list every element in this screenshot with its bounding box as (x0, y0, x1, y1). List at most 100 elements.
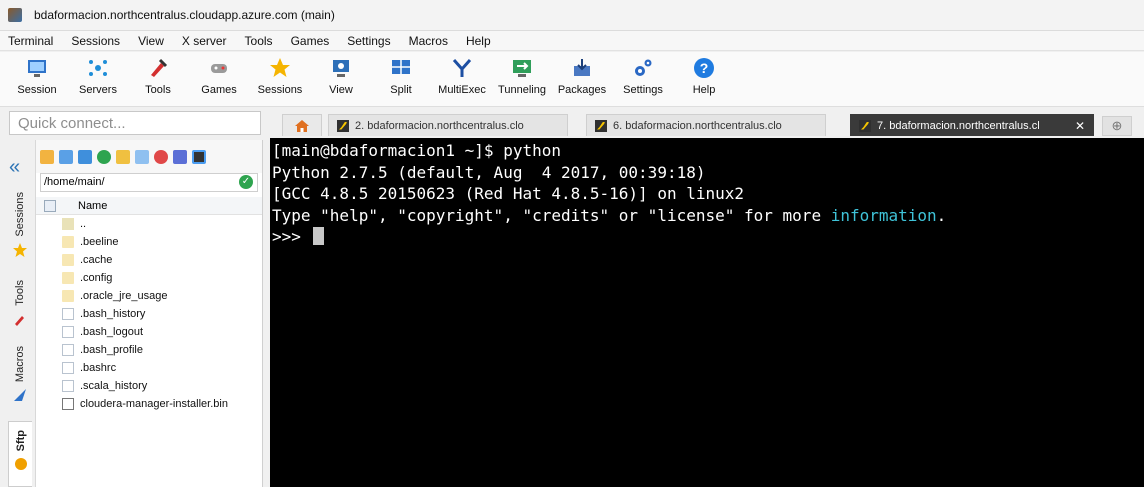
refresh-icon[interactable] (97, 149, 111, 164)
vtab-macros[interactable]: Macros (8, 346, 32, 402)
sftp-toolbar (36, 140, 262, 173)
file-name: cloudera-manager-installer.bin (80, 398, 228, 410)
star-icon (268, 56, 292, 80)
new-file-icon[interactable] (135, 149, 149, 164)
session-icon (25, 56, 49, 80)
tab-label: 2. bdaformacion.northcentralus.clo (355, 119, 524, 132)
list-item[interactable]: .beeline (36, 233, 262, 251)
tab-session-6[interactable]: 6. bdaformacion.northcentralus.clo (586, 114, 826, 136)
help-line-suffix: . (936, 205, 947, 225)
select-all-icon[interactable] (44, 199, 56, 212)
vtab-sftp[interactable]: Sftp (8, 421, 32, 487)
file-name: .bashrc (80, 362, 117, 374)
tools-button[interactable]: Tools (128, 56, 188, 96)
list-item[interactable]: .bash_logout (36, 323, 262, 341)
tunneling-button[interactable]: Tunneling (492, 56, 552, 96)
view-button[interactable]: View (311, 56, 371, 96)
games-icon (207, 56, 231, 80)
menu-terminal[interactable]: Terminal (8, 34, 53, 48)
multiexec-button[interactable]: MultiExec (432, 56, 492, 96)
plus-icon: ⊕ (1111, 118, 1123, 133)
vtab-tools[interactable]: Tools (8, 280, 32, 326)
list-item[interactable]: .bash_history (36, 305, 262, 323)
settings-button[interactable]: Settings (613, 56, 673, 96)
macros-icon (14, 389, 26, 402)
list-item[interactable]: .scala_history (36, 377, 262, 395)
file-name: .config (80, 272, 113, 284)
list-item[interactable]: .config (36, 269, 262, 287)
file-name: .scala_history (80, 380, 148, 392)
download-icon[interactable] (59, 149, 73, 164)
vtab-label: Tools (14, 280, 26, 306)
folder-icon (62, 290, 74, 302)
quick-connect-input[interactable]: Quick connect... (9, 111, 261, 135)
main-toolbar: Session Servers Tools Games Sessions Vie… (0, 52, 1144, 107)
home-tab[interactable] (282, 114, 322, 136)
folder-icon (62, 272, 74, 284)
menu-macros[interactable]: Macros (409, 34, 448, 48)
tab-session-7[interactable]: 7. bdaformacion.northcentralus.cl ✕ (850, 114, 1094, 136)
split-button[interactable]: Split (371, 56, 431, 96)
list-item[interactable]: .. (36, 215, 262, 233)
delete-icon[interactable] (154, 149, 168, 164)
file-icon (62, 380, 74, 392)
servers-button[interactable]: Servers (68, 56, 128, 96)
terminal-tab-icon (595, 119, 607, 132)
menu-xserver[interactable]: X server (182, 34, 227, 48)
file-name: .oracle_jre_usage (80, 290, 168, 302)
new-tab-button[interactable]: ⊕ (1102, 116, 1132, 136)
help-button[interactable]: ? Help (674, 56, 734, 96)
tab-bar: 2. bdaformacion.northcentralus.clo 6. bd… (270, 112, 1144, 138)
file-icon (62, 308, 74, 320)
path-field[interactable]: /home/main/ ✓ (40, 173, 258, 192)
parent-folder-icon (62, 218, 74, 230)
python-prompt: >>> (272, 227, 311, 246)
sessions-button[interactable]: Sessions (250, 56, 310, 96)
file-name: .bash_logout (80, 326, 143, 338)
help-icon: ? (692, 56, 716, 80)
vtab-label: Sftp (14, 430, 27, 452)
menu-tools[interactable]: Tools (245, 34, 273, 48)
file-icon (62, 326, 74, 338)
upload-icon[interactable] (78, 149, 92, 164)
list-item[interactable]: .bash_profile (36, 341, 262, 359)
vtab-label: Macros (14, 346, 26, 383)
list-item[interactable]: .cache (36, 251, 262, 269)
terminal-help-line: Type "help", "copyright", "credits" or "… (272, 205, 1142, 227)
session-button[interactable]: Session (7, 56, 67, 96)
file-icon (62, 362, 74, 374)
tools-icon (146, 56, 170, 80)
app-icon (8, 8, 22, 22)
list-item[interactable]: .bashrc (36, 359, 262, 377)
menu-games[interactable]: Games (291, 34, 330, 48)
help-line-text: Type "help", "copyright", "credits" or "… (272, 205, 831, 225)
parent-folder-icon[interactable] (40, 149, 54, 164)
packages-button[interactable]: Packages (552, 56, 612, 96)
checkmark-icon[interactable]: ✓ (239, 175, 253, 189)
new-folder-icon[interactable] (116, 149, 130, 164)
name-column-header[interactable]: Name (78, 200, 107, 212)
list-item[interactable]: .oracle_jre_usage (36, 287, 262, 305)
terminal-follow-icon[interactable] (192, 149, 206, 164)
file-list: .. .beeline .cache .config .oracle_jre_u… (36, 215, 262, 413)
list-item[interactable]: cloudera-manager-installer.bin (36, 395, 262, 413)
split-icon (389, 56, 413, 80)
tunneling-icon (510, 56, 534, 80)
collapse-sidebar-icon[interactable]: « (9, 156, 20, 179)
games-button[interactable]: Games (189, 56, 249, 96)
menu-help[interactable]: Help (466, 34, 491, 48)
tools-icon (15, 315, 24, 326)
tab-label: 6. bdaformacion.northcentralus.clo (613, 119, 782, 132)
tab-session-2[interactable]: 2. bdaformacion.northcentralus.clo (328, 114, 568, 136)
settings-icon (631, 56, 655, 80)
title-bar: bdaformacion.northcentralus.cloudapp.azu… (0, 0, 1144, 31)
terminal-view[interactable]: [main@bdaformacion1 ~]$ python Python 2.… (270, 138, 1144, 487)
menu-sessions[interactable]: Sessions (71, 34, 120, 48)
file-name: .beeline (80, 236, 119, 248)
rename-icon[interactable] (173, 149, 187, 164)
sftp-icon (14, 458, 27, 471)
vtab-sessions[interactable]: Sessions (8, 192, 32, 257)
menu-settings[interactable]: Settings (347, 34, 390, 48)
menu-view[interactable]: View (138, 34, 164, 48)
close-icon[interactable]: ✕ (1075, 119, 1085, 133)
